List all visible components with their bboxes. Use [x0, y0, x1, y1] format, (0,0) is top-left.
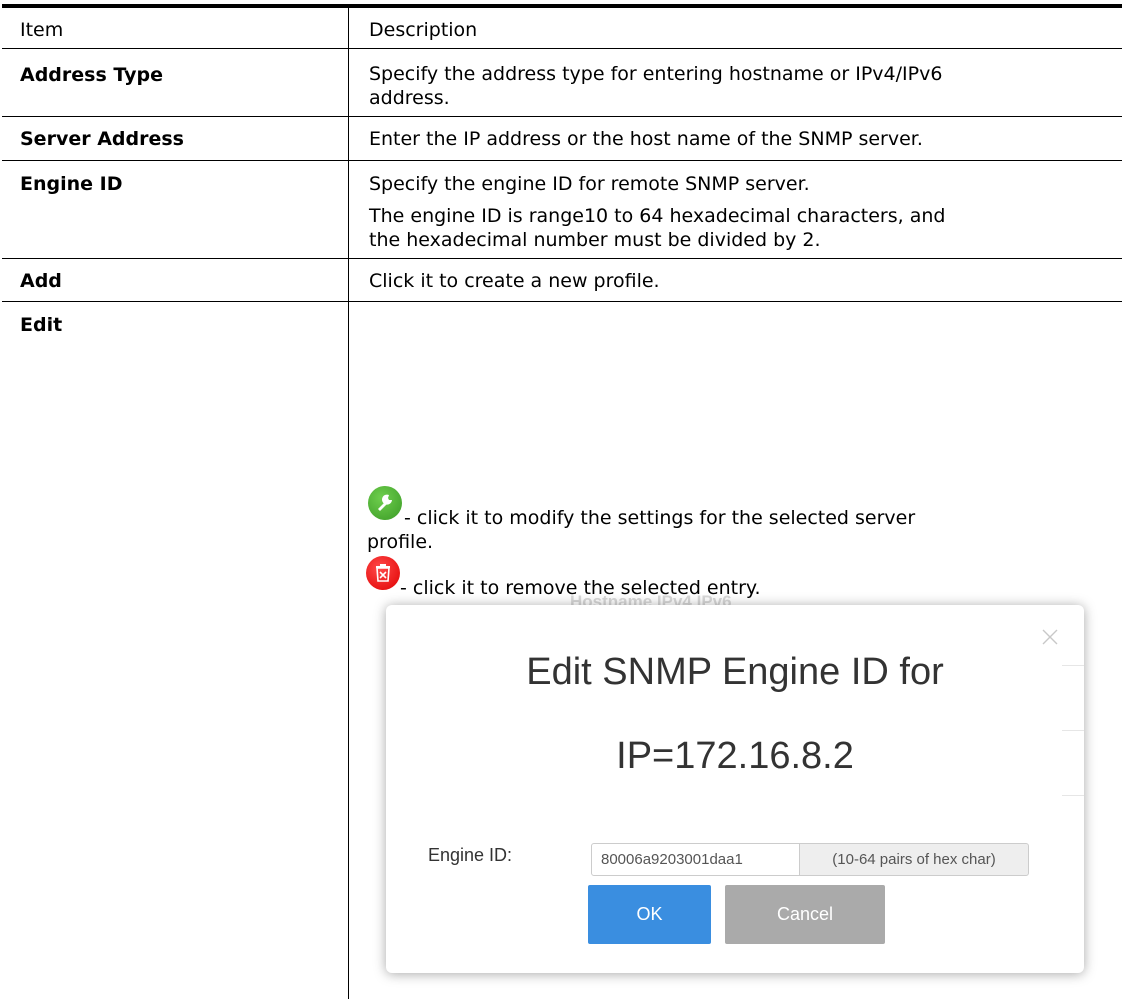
row-description-engine-id: Specify the engine ID for remote SNMP se… [369, 173, 946, 251]
row-item-server-address: Server Address [20, 128, 184, 150]
column-header-item: Item [20, 19, 64, 41]
background-divider [1062, 730, 1084, 731]
row-item-add: Add [20, 270, 62, 292]
dialog-title-line2: IP=172.16.8.2 [616, 735, 854, 777]
delete-icon-description: - click it to remove the selected entry. [400, 577, 761, 599]
header-rule [2, 48, 1122, 49]
edit-icon-description: - click it to modify the settings for th… [367, 507, 916, 553]
row-description-address-type: Specify the address type for entering ho… [369, 63, 943, 109]
cancel-button[interactable]: Cancel [725, 885, 885, 944]
row-rule [2, 160, 1122, 161]
row-description-add: Click it to create a new profile. [369, 270, 660, 292]
background-divider [1062, 795, 1084, 796]
row-item-engine-id: Engine ID [20, 173, 123, 195]
row-item-edit: Edit [20, 314, 63, 336]
table-top-rule [2, 4, 1122, 8]
column-header-description: Description [369, 19, 478, 41]
dialog-title-line1: Edit SNMP Engine ID for [526, 651, 944, 693]
engine-id-input[interactable]: 80006a9203001daa1 [591, 843, 800, 876]
engine-id-label: Engine ID: [428, 845, 513, 865]
close-icon[interactable] [1040, 627, 1060, 647]
column-divider [348, 8, 349, 999]
row-item-address-type: Address Type [20, 64, 163, 86]
row-rule [2, 116, 1122, 117]
edit-engine-id-dialog: Edit SNMP Engine ID for IP=172.16.8.2 En… [386, 605, 1084, 973]
engine-id-hint: (10-64 pairs of hex char) [799, 843, 1029, 876]
row-rule [2, 258, 1122, 259]
row-rule [2, 301, 1122, 302]
row-description-server-address: Enter the IP address or the host name of… [369, 128, 923, 150]
ok-button[interactable]: OK [588, 885, 711, 944]
